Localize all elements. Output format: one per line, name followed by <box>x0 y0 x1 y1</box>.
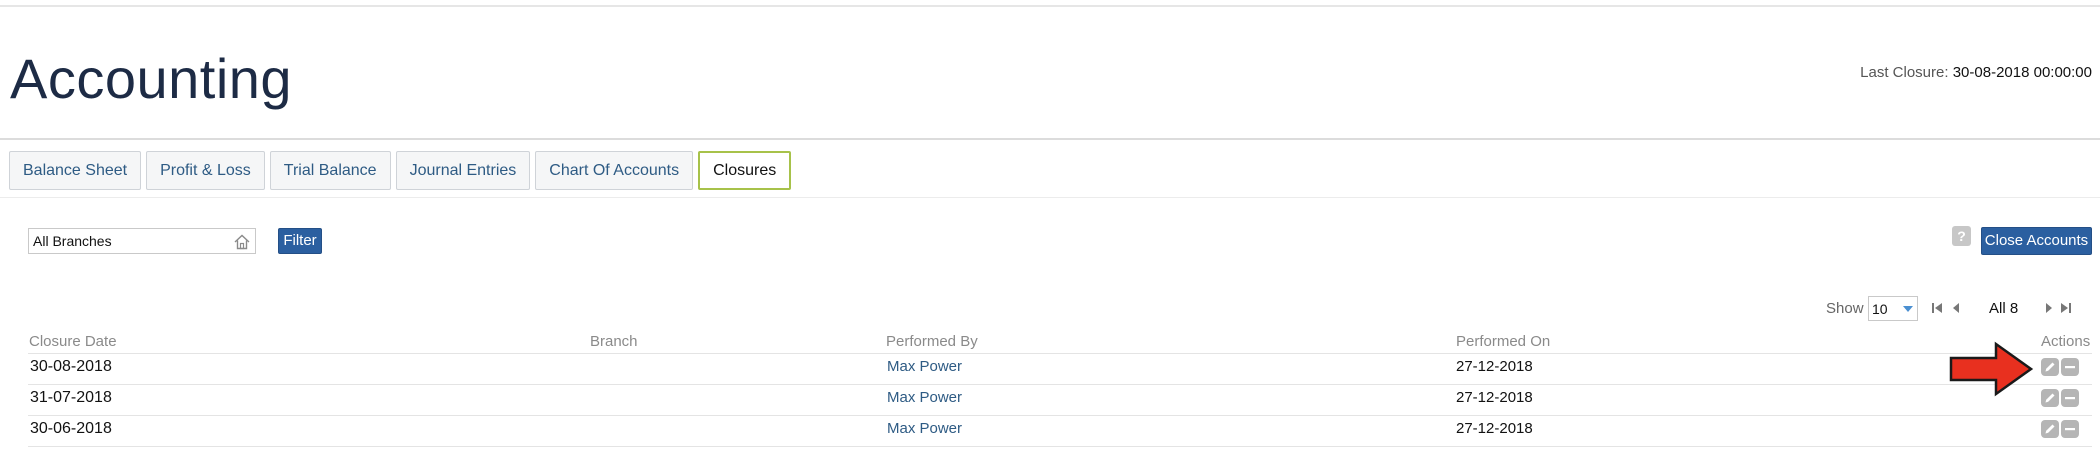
closure-date-cell: 30-08-2018 <box>30 358 112 375</box>
page-size-value: 10 <box>1872 301 1888 317</box>
row-divider <box>28 384 2092 385</box>
delete-icon[interactable] <box>2061 358 2079 376</box>
closure-date-cell: 31-07-2018 <box>30 389 112 406</box>
accounting-tabs: Balance Sheet Profit & Loss Trial Balanc… <box>9 151 792 190</box>
edit-icon[interactable] <box>2041 389 2059 407</box>
performed-on-cell: 27-12-2018 <box>1456 420 1533 437</box>
tab-trial-balance[interactable]: Trial Balance <box>269 151 391 190</box>
column-header-performed-by: Performed By <box>886 333 978 350</box>
page-size-select[interactable]: 10 <box>1868 296 1918 321</box>
top-divider <box>0 5 2100 7</box>
performed-by-link[interactable]: Max Power <box>887 389 962 406</box>
close-accounts-button[interactable]: Close Accounts <box>1981 227 2092 255</box>
red-arrow-icon <box>1949 341 2034 397</box>
column-header-performed-on: Performed On <box>1456 333 1551 350</box>
prev-page-icon[interactable] <box>1951 302 1961 314</box>
tabs-divider <box>0 197 2100 198</box>
edit-icon[interactable] <box>2041 420 2059 438</box>
row-divider <box>28 446 2092 447</box>
delete-icon[interactable] <box>2061 389 2079 407</box>
next-page-icon[interactable] <box>2044 302 2054 314</box>
branch-select[interactable]: All Branches <box>28 228 256 254</box>
tab-chart-of-accounts[interactable]: Chart Of Accounts <box>535 151 694 190</box>
last-closure-info: Last Closure: 30-08-2018 00:00:00 <box>1860 64 2092 81</box>
page-info: All 8 <box>1989 300 2019 317</box>
delete-icon[interactable] <box>2061 420 2079 438</box>
tab-closures[interactable]: Closures <box>698 151 792 190</box>
header-divider <box>0 138 2100 140</box>
show-label: Show <box>1826 300 1864 317</box>
filter-button[interactable]: Filter <box>278 228 322 254</box>
performed-on-cell: 27-12-2018 <box>1456 358 1533 375</box>
edit-icon[interactable] <box>2041 358 2059 376</box>
last-closure-label: Last Closure: <box>1860 64 1949 81</box>
page-title: Accounting <box>10 47 293 110</box>
last-closure-value: 30-08-2018 00:00:00 <box>1952 64 2092 81</box>
column-header-closure-date: Closure Date <box>29 333 117 350</box>
performed-on-cell: 27-12-2018 <box>1456 389 1533 406</box>
help-icon[interactable]: ? <box>1952 226 1971 246</box>
performed-by-link[interactable]: Max Power <box>887 420 962 437</box>
last-page-icon[interactable] <box>2060 302 2072 314</box>
tab-journal-entries[interactable]: Journal Entries <box>395 151 531 190</box>
caret-down-icon <box>1903 306 1913 312</box>
table-header-divider <box>28 353 2092 354</box>
home-icon <box>234 234 250 250</box>
performed-by-link[interactable]: Max Power <box>887 358 962 375</box>
first-page-icon[interactable] <box>1931 302 1943 314</box>
tab-profit-loss[interactable]: Profit & Loss <box>146 151 265 190</box>
row-divider <box>28 415 2092 416</box>
closure-date-cell: 30-06-2018 <box>30 420 112 437</box>
branch-select-value: All Branches <box>33 233 112 249</box>
tab-balance-sheet[interactable]: Balance Sheet <box>9 151 142 190</box>
column-header-actions: Actions <box>2041 333 2091 350</box>
column-header-branch: Branch <box>590 333 638 350</box>
